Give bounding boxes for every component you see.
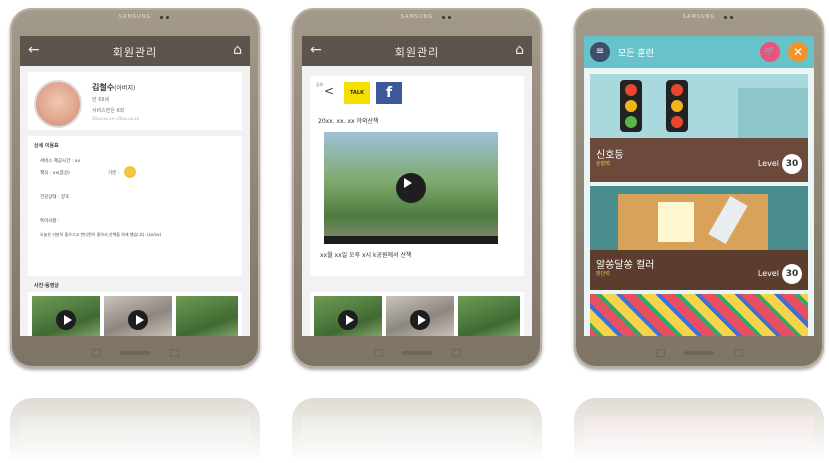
detail-line: 오늘은 기분이 좋으시고 반다면이 좋아서 산책을 하게 했습니다. (xx/x… xyxy=(40,232,162,237)
traffic-light-icon xyxy=(620,80,642,132)
header-title: 모든 훈련 xyxy=(618,49,654,59)
reflection-screen xyxy=(20,416,250,463)
post-caption: xx월 xx일 오후 x시 k공원에서 산책 xyxy=(320,252,412,259)
reflection-screen xyxy=(584,416,814,463)
screen-post: ← 회원관리 ⌂ 공유 < TALK f 20xx. xx. xx 야외산책 x… xyxy=(302,36,532,336)
media-strip xyxy=(28,292,242,336)
profile-age: 만 68세 xyxy=(92,97,110,103)
tablet-post: SAMSUNG ← 회원관리 ⌂ 공유 < TALK f 20xx. xx. x… xyxy=(292,8,542,368)
facebook-share-button[interactable]: f xyxy=(376,82,402,104)
back-key xyxy=(734,349,743,357)
profile-period: 20xx.xx.xx~20xx.xx.xx xyxy=(92,116,140,121)
home-icon[interactable]: ⌂ xyxy=(233,42,242,58)
back-key xyxy=(452,349,461,357)
kakao-share-button[interactable]: TALK xyxy=(344,82,370,104)
hardware-buttons xyxy=(10,346,260,360)
profile-name: 김철수(아버지) xyxy=(92,83,136,92)
home-key xyxy=(120,351,150,355)
tablet-reflection xyxy=(10,398,260,463)
recent-key xyxy=(656,349,665,357)
video-player[interactable] xyxy=(324,132,498,244)
media-heading: 사진·동영상 xyxy=(34,283,59,289)
hardware-buttons xyxy=(292,346,542,360)
camera-dot xyxy=(724,16,727,19)
detail-line: 책식 : xx(증상) xyxy=(40,171,70,176)
screen-member: ← 회원관리 ⌂ 김철수(아버지) 만 68세 서비스받은 6회 20xx.xx… xyxy=(20,36,250,336)
app-header: ≡ 모든 훈련 🛒 ✕ xyxy=(584,36,814,68)
share-label: 공유 xyxy=(316,82,324,87)
tablet-reflection xyxy=(574,398,824,463)
close-icon[interactable]: ✕ xyxy=(788,42,808,62)
detail-line: 건강상태 : 양호 xyxy=(40,195,70,200)
play-icon[interactable] xyxy=(396,173,426,203)
training-subtitle: 순발력 xyxy=(596,161,610,167)
video-thumbnail[interactable] xyxy=(104,296,172,336)
recent-key xyxy=(92,349,101,357)
training-card-game[interactable] xyxy=(590,294,808,336)
post-card: 공유 < TALK f 20xx. xx. xx 야외산책 xx월 xx일 오후… xyxy=(310,76,524,276)
training-card-traffic[interactable]: 신호등 순발력 Level 30 xyxy=(590,74,808,182)
play-icon[interactable] xyxy=(56,310,76,330)
home-key xyxy=(402,351,432,355)
header-title: 회원관리 xyxy=(394,46,440,59)
photo-thumbnail[interactable] xyxy=(176,296,238,336)
brand-label: SAMSUNG xyxy=(682,14,716,20)
avatar xyxy=(34,80,82,128)
play-icon[interactable] xyxy=(410,310,430,330)
cart-icon[interactable]: 🛒 xyxy=(760,42,780,62)
profile-service-count: 서비스받은 6회 xyxy=(92,108,125,114)
home-key xyxy=(684,351,714,355)
camera-dot xyxy=(160,16,163,19)
back-key xyxy=(170,349,179,357)
menu-icon[interactable]: ≡ xyxy=(590,42,610,62)
detail-line: 특이사항 : xyxy=(40,219,60,224)
training-card-color[interactable]: 알쏭달쏭 컬러 판단력 Level 30 xyxy=(590,186,808,290)
post-date-title: 20xx. xx. xx 야외산책 xyxy=(318,118,379,125)
notepad-icon xyxy=(658,202,694,242)
profile-card: 김철수(아버지) 만 68세 서비스받은 6회 20xx.xx.xx~20xx.… xyxy=(28,72,242,130)
brand-label: SAMSUNG xyxy=(400,14,434,20)
photo-thumbnail[interactable] xyxy=(458,296,520,336)
video-controls[interactable] xyxy=(324,236,498,244)
reflection-screen xyxy=(302,416,532,463)
training-level: Level 30 xyxy=(758,154,802,174)
traffic-light-icon xyxy=(666,80,688,132)
video-thumbnail[interactable] xyxy=(314,296,382,336)
video-thumbnail[interactable] xyxy=(32,296,100,336)
brand-label: SAMSUNG xyxy=(118,14,152,20)
app-header: ← 회원관리 ⌂ xyxy=(20,36,250,66)
hardware-buttons xyxy=(574,346,824,360)
tablet-member: SAMSUNG ← 회원관리 ⌂ 김철수(아버지) 만 68세 서비스받은 6회… xyxy=(10,8,260,368)
media-strip xyxy=(310,292,524,336)
header-title: 회원관리 xyxy=(112,46,158,59)
training-title: 알쏭달쏭 컬러 xyxy=(596,260,655,271)
desk-illustration xyxy=(618,194,768,250)
video-thumbnail[interactable] xyxy=(386,296,454,336)
emoji-icon xyxy=(124,166,136,178)
share-icon[interactable]: < xyxy=(324,84,334,98)
play-icon[interactable] xyxy=(128,310,148,330)
home-icon[interactable]: ⌂ xyxy=(515,42,524,58)
screen-training: ≡ 모든 훈련 🛒 ✕ 신호등 순발력 Level30 알쏭달쏭 컬러 판단력 xyxy=(584,36,814,336)
camera-dot xyxy=(448,16,451,19)
detail-line: 기분 : xyxy=(108,171,120,176)
training-level: Level 30 xyxy=(758,264,802,284)
detail-heading: 상세 이용표 xyxy=(34,143,59,149)
play-icon[interactable] xyxy=(338,310,358,330)
training-subtitle: 판단력 xyxy=(596,271,610,277)
camera-dot xyxy=(730,16,733,19)
camera-dot xyxy=(442,16,445,19)
training-title: 신호등 xyxy=(596,150,624,161)
camera-dot xyxy=(166,16,169,19)
app-header: ← 회원관리 ⌂ xyxy=(302,36,532,66)
tablet-reflection xyxy=(292,398,542,463)
detail-card: 상세 이용표 서비스 제공시간 : xx 책식 : xx(증상) 기분 : 건강… xyxy=(28,136,242,276)
training-label-bar: 신호등 순발력 Level 30 xyxy=(590,138,808,182)
detail-line: 서비스 제공시간 : xx xyxy=(40,159,81,164)
pencil-icon xyxy=(708,195,748,245)
recent-key xyxy=(374,349,383,357)
tablet-training: SAMSUNG ≡ 모든 훈련 🛒 ✕ 신호등 순발력 Level 30 알쏭달… xyxy=(574,8,824,368)
training-label-bar: 알쏭달쏭 컬러 판단력 Level 30 xyxy=(590,250,808,290)
